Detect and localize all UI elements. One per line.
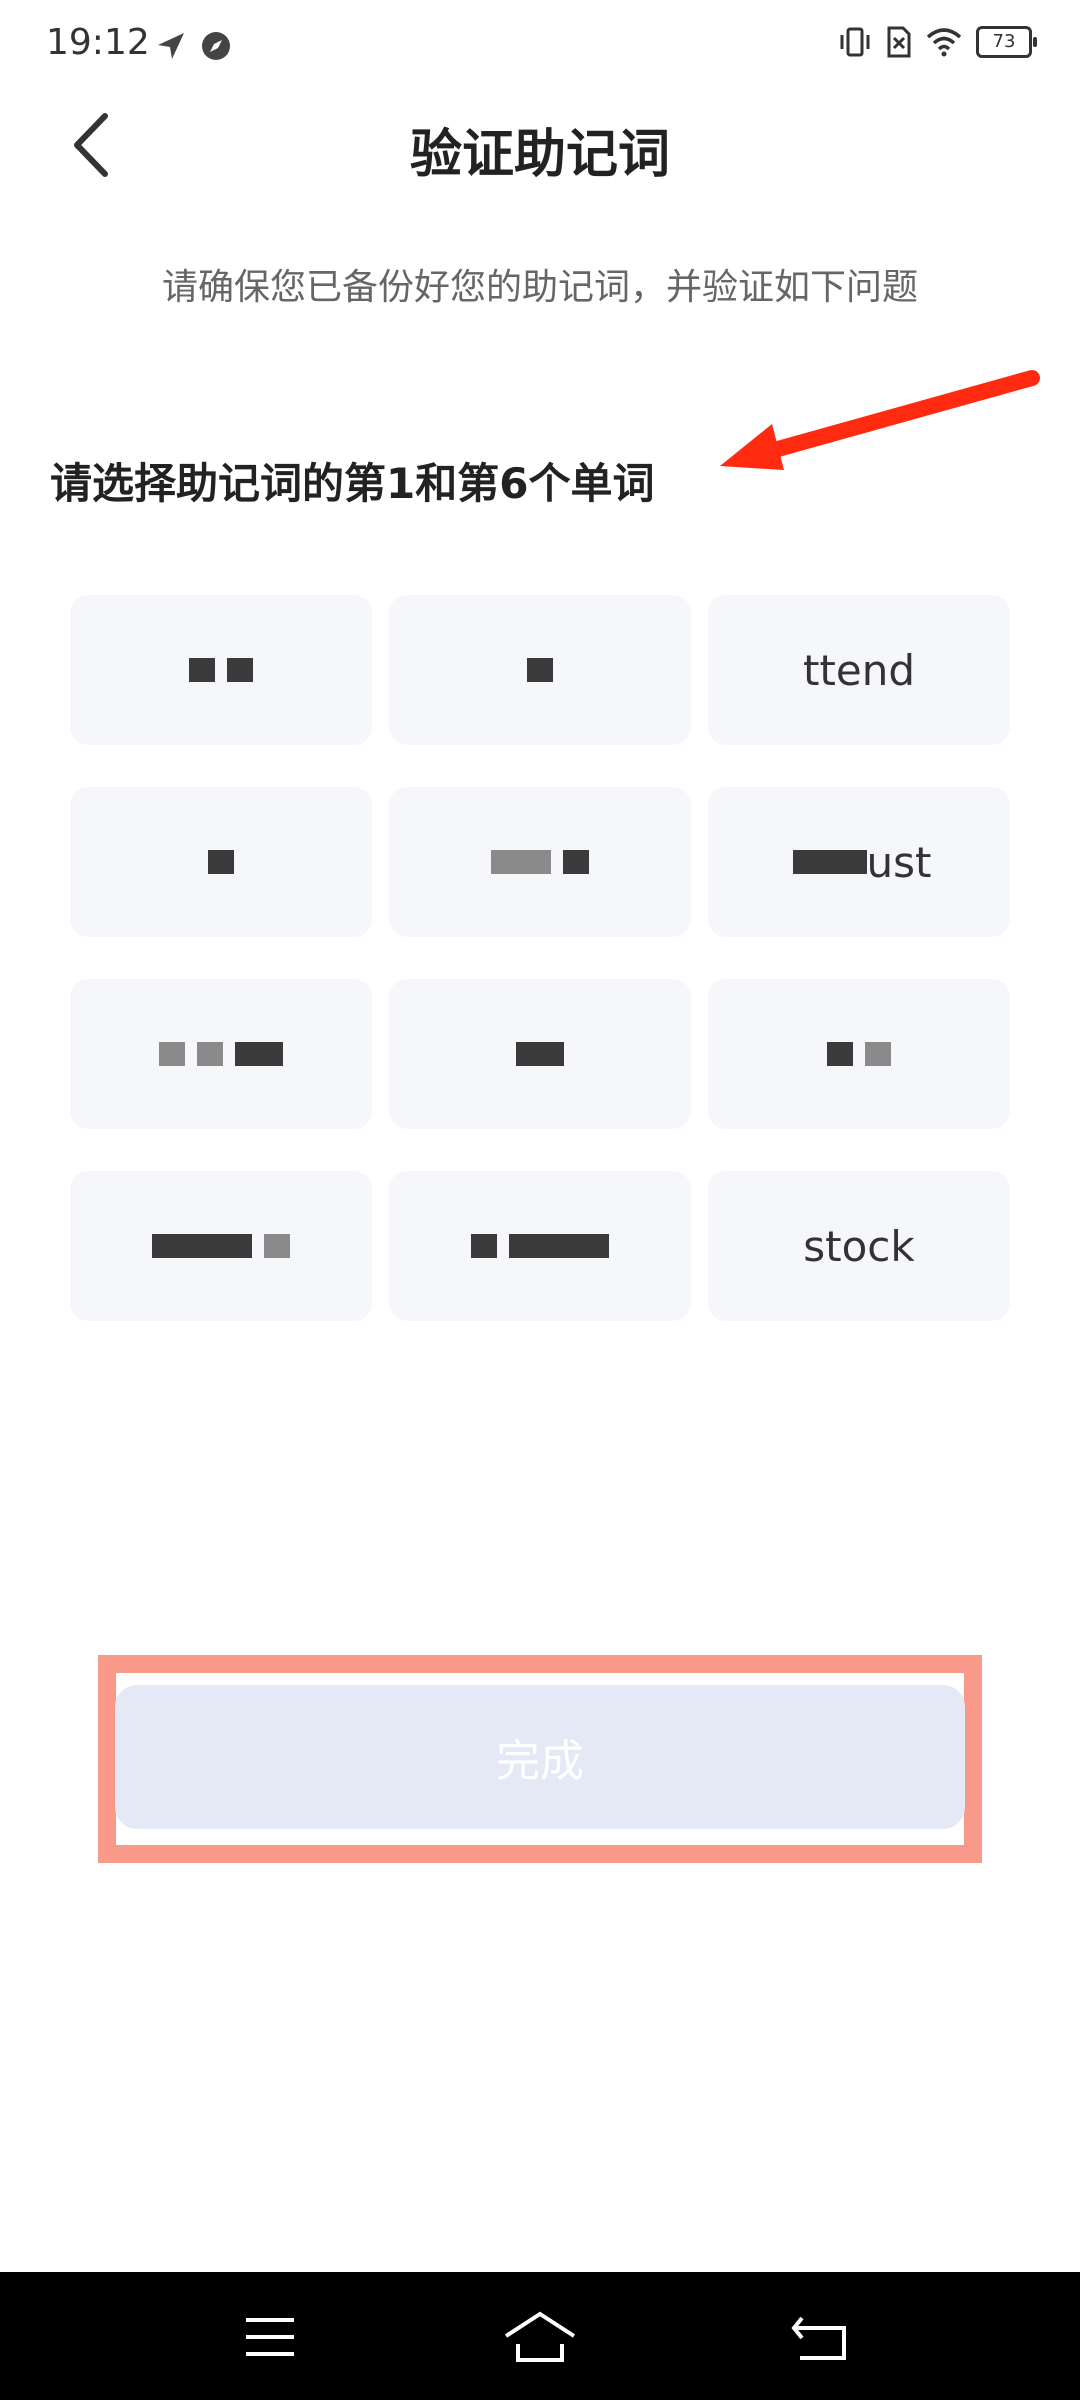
location-arrow-icon xyxy=(158,33,184,59)
word-tile-11[interactable] xyxy=(389,1171,691,1321)
menu-button[interactable] xyxy=(230,2302,310,2372)
subtitle: 请确保您已备份好您的助记词，并验证如下问题 xyxy=(161,267,918,308)
status-time: 19:12 xyxy=(46,22,150,63)
word-tile-7[interactable] xyxy=(70,979,372,1129)
word-tile-2[interactable] xyxy=(389,595,691,745)
word-tile-6[interactable]: ust xyxy=(708,787,1010,937)
complete-button[interactable]: 完成 xyxy=(115,1685,965,1829)
word-grid: ttend ust stock xyxy=(70,595,1010,1321)
vibrate-icon xyxy=(840,27,870,57)
home-button[interactable] xyxy=(500,2302,580,2372)
verify-mnemonic-screen: 19:12 73 验证助记词 请确保您已备份好您的助记词，并验证如下问题 请选择… xyxy=(0,0,1080,2400)
word-tile-4[interactable] xyxy=(70,787,372,937)
word-tile-12[interactable]: stock xyxy=(708,1171,1010,1321)
word-tile-3[interactable]: ttend xyxy=(708,595,1010,745)
no-sim-icon xyxy=(887,26,911,58)
compass-icon xyxy=(202,32,230,60)
system-nav-bar xyxy=(0,2272,1080,2400)
back-arrow-icon xyxy=(791,2316,846,2360)
battery-icon: 73 xyxy=(976,26,1037,58)
status-bar: 19:12 73 xyxy=(0,0,1080,100)
word-tile-10[interactable] xyxy=(70,1171,372,1321)
word-tile-1[interactable] xyxy=(70,595,372,745)
home-icon xyxy=(504,2311,576,2362)
page-title: 验证助记词 xyxy=(409,125,670,185)
word-tile-9[interactable] xyxy=(708,979,1010,1129)
back-nav-button[interactable] xyxy=(780,2302,860,2372)
annotation-arrow-icon xyxy=(720,370,1040,470)
wifi-icon xyxy=(926,28,962,57)
word-tile-8[interactable] xyxy=(389,979,691,1129)
menu-icon xyxy=(246,2318,294,2356)
instruction-text: 请选择助记词的第1和第6个单词 xyxy=(50,459,655,508)
word-tile-5[interactable] xyxy=(389,787,691,937)
